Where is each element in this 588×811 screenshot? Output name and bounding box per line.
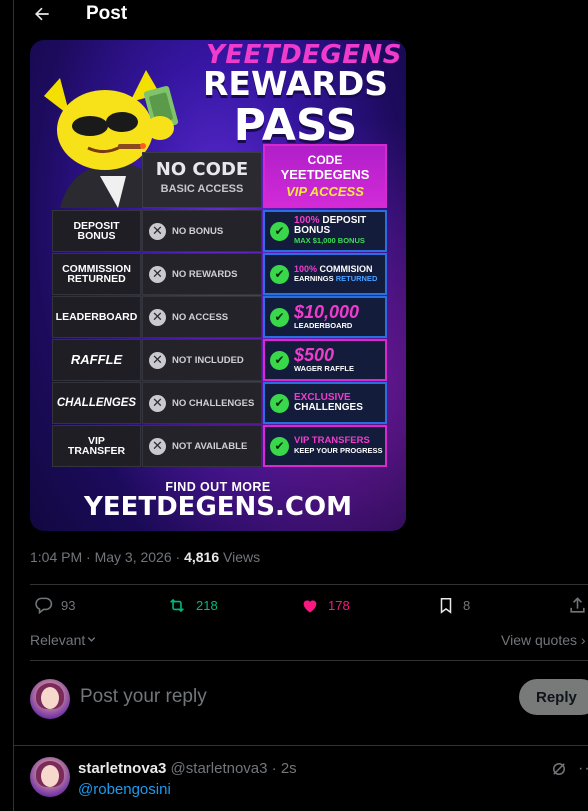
comment-icon — [35, 597, 53, 615]
repost-count: 218 — [196, 598, 218, 613]
post-timestamp[interactable]: 1:04 PM · May 3, 2026 · — [30, 549, 184, 565]
grok-icon[interactable] — [550, 760, 568, 778]
check-circle-icon: ✔ — [270, 436, 289, 456]
like-count: 178 — [328, 598, 350, 613]
reply-author-name: starletnova3 — [78, 760, 167, 777]
reply-action[interactable]: 93 — [34, 596, 75, 615]
no-code-subtitle: BASIC ACCESS — [160, 183, 244, 195]
table-row: LEADERBOARD ✕ NO ACCESS ✔ $10,000 LEADERBO… — [52, 296, 388, 338]
no-code-cell: ✕ NO CHALLENGES — [142, 382, 262, 424]
table-row: DEPOSIT BONUS ✕ NO BONUS ✔ 100% DEPOSIT BON… — [52, 210, 388, 252]
row-label: COMMISSION RETURNED — [52, 253, 141, 295]
x-circle-icon: ✕ — [149, 437, 166, 455]
vip-code-label: CODE — [307, 153, 343, 167]
check-circle-icon: ✔ — [270, 350, 289, 370]
like-action[interactable]: 178 — [300, 596, 350, 615]
vip-cell: ✔ $10,000 LEADERBOARD — [263, 296, 387, 338]
post-image[interactable]: YEETDEGENS REWARDS PASS NO CODE BASIC AC… — [30, 40, 406, 531]
arrow-left-icon — [35, 7, 49, 21]
action-bar: 93 218 178 8 — [30, 596, 588, 620]
chevron-down-icon — [88, 637, 96, 642]
vip-cell: ✔ EXCLUSIVE CHALLENGES — [263, 382, 387, 424]
no-code-cell: ✕ NO BONUS — [142, 210, 262, 252]
vip-cell: ✔ $500 WAGER RAFFLE — [263, 339, 387, 381]
vip-cell: ✔ 100% COMMISION EARNINGS RETURNED — [263, 253, 387, 295]
avatar[interactable] — [30, 679, 70, 719]
check-circle-icon: ✔ — [270, 393, 289, 413]
bookmark-icon — [440, 598, 452, 614]
page-title: Post — [86, 3, 128, 24]
promo-site: YEETDEGENS.COM — [84, 492, 352, 522]
no-code-column-header: NO CODE BASIC ACCESS — [142, 152, 262, 208]
reply-tools: ··· — [550, 760, 588, 778]
row-label: VIP TRANSFER — [52, 425, 141, 467]
view-quotes-link[interactable]: View quotes › — [501, 632, 586, 648]
x-circle-icon: ✕ — [149, 351, 166, 369]
chevron-right-icon: › — [580, 632, 586, 648]
vip-cell: ✔ 100% DEPOSIT BONUS MAX $1,000 BONUS — [263, 210, 387, 252]
row-label: CHALLENGES — [52, 382, 141, 424]
reply-author[interactable]: starletnova3 @starletnova3 · 2s — [78, 760, 297, 777]
column-border — [13, 0, 14, 811]
post-header: Post — [14, 0, 588, 30]
no-code-cell: ✕ NO ACCESS — [142, 296, 262, 338]
x-circle-icon: ✕ — [149, 394, 166, 412]
check-circle-icon: ✔ — [270, 221, 289, 241]
vip-column-header: CODE YEETDEGENS VIP ACCESS — [263, 144, 387, 208]
view-count: 4,816 — [184, 549, 220, 565]
sort-dropdown[interactable]: Relevant — [30, 632, 97, 648]
vip-access-label: VIP ACCESS — [286, 184, 364, 199]
table-row: COMMISSION RETURNED ✕ NO REWARDS ✔ 100% CO… — [52, 253, 388, 295]
x-circle-icon: ✕ — [149, 308, 166, 326]
table-row: CHALLENGES ✕ NO CHALLENGES ✔ EXCLUSIVE CHA… — [52, 382, 388, 424]
vip-code-value: YEETDEGENS — [280, 167, 370, 182]
repost-icon — [170, 598, 184, 613]
row-label: RAFFLE — [52, 339, 141, 381]
back-button[interactable] — [30, 2, 54, 26]
promo-title-rewards: REWARDS — [203, 64, 388, 103]
table-row: VIP TRANSFER ✕ NOT AVAILABLE ✔ VIP TRANSFE… — [52, 425, 388, 467]
reply-count: 93 — [61, 598, 76, 613]
bookmark-action[interactable]: 8 — [437, 596, 470, 615]
no-code-cell: ✕ NOT AVAILABLE — [142, 425, 262, 467]
repost-action[interactable]: 218 — [166, 596, 218, 615]
reply-input[interactable]: Post your reply — [80, 686, 207, 708]
divider — [14, 745, 588, 746]
reply-text[interactable]: @robengosini — [78, 781, 171, 798]
reply-avatar[interactable] — [30, 757, 70, 797]
share-action[interactable] — [568, 596, 588, 615]
divider — [30, 660, 588, 661]
x-circle-icon: ✕ — [149, 222, 166, 240]
share-icon — [570, 597, 585, 613]
x-circle-icon: ✕ — [149, 265, 166, 283]
post-meta: 1:04 PM · May 3, 2026 · 4,816 Views — [30, 549, 260, 565]
bookmark-count: 8 — [463, 598, 471, 613]
no-code-cell: ✕ NOT INCLUDED — [142, 339, 262, 381]
heart-icon — [303, 600, 317, 613]
row-label: LEADERBOARD — [52, 296, 141, 338]
vip-cell: ✔ VIP TRANSFERS KEEP YOUR PROGRESS — [263, 425, 387, 467]
views-label: Views — [219, 549, 261, 565]
check-circle-icon: ✔ — [270, 307, 289, 327]
divider — [30, 584, 588, 585]
row-label: DEPOSIT BONUS — [52, 210, 141, 252]
table-row: RAFFLE ✕ NOT INCLUDED ✔ $500 WAGER RAFFLE — [52, 339, 388, 381]
no-code-title: NO CODE — [155, 159, 249, 180]
check-circle-icon: ✔ — [270, 264, 289, 284]
reply-button[interactable]: Reply — [519, 679, 588, 715]
reply-author-handle: @starletnova3 · 2s — [170, 760, 297, 777]
no-code-cell: ✕ NO REWARDS — [142, 253, 262, 295]
more-icon[interactable]: ··· — [578, 760, 588, 778]
